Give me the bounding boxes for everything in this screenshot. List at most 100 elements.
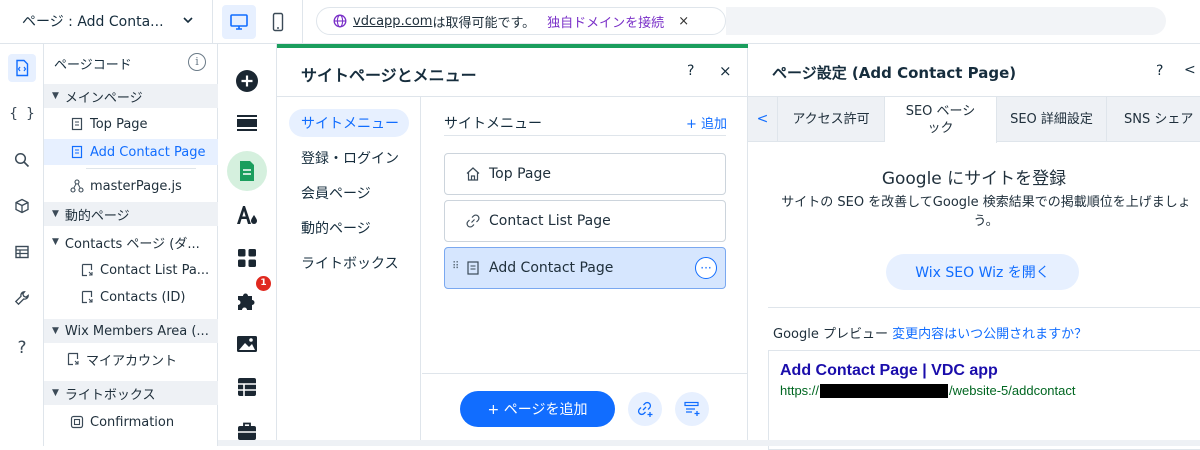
plugins-icon[interactable]: [232, 286, 262, 316]
add-elements-icon[interactable]: [232, 66, 262, 96]
tree-item-label: masterPage.js: [90, 178, 182, 194]
pages-panel-title: サイトページとメニュー: [301, 66, 477, 85]
triangle-down-icon: ▼: [52, 326, 59, 336]
left-tool-rail: { } ?: [0, 44, 44, 446]
link-icon: [466, 214, 480, 228]
tree-item-contact-list-page[interactable]: Contact List Pa...: [44, 257, 218, 283]
triangle-down-icon: ▼: [52, 237, 59, 247]
info-icon[interactable]: i: [188, 53, 206, 71]
category-lightboxes[interactable]: ライトボックス: [289, 249, 409, 277]
tree-item-master-page[interactable]: masterPage.js: [44, 173, 218, 199]
tree-item-contacts-id[interactable]: Contacts (ID): [44, 284, 218, 310]
page-selector-dropdown[interactable]: ページ : Add Conta...: [8, 8, 208, 34]
add-menu-item-button[interactable]: + 追加: [686, 113, 727, 132]
tree-item-confirmation[interactable]: Confirmation: [44, 409, 218, 435]
cms-icon[interactable]: [232, 372, 262, 402]
publish-timing-link[interactable]: 変更内容はいつ公開されますか？: [892, 327, 1087, 342]
tree-section-main-pages[interactable]: ▼ メインページ: [44, 84, 218, 108]
page-code-icon[interactable]: [8, 54, 36, 82]
tree-section-lightboxes[interactable]: ▼ ライトボックス: [44, 381, 218, 405]
menu-item-top-page[interactable]: Top Page: [444, 153, 726, 195]
desktop-view-button[interactable]: [222, 5, 256, 39]
google-preview-card: Add Contact Page | VDC app https:// /web…: [768, 350, 1200, 450]
pages-icon[interactable]: [232, 156, 262, 186]
tab-seo-basics[interactable]: SEO ベーシック: [885, 97, 997, 143]
tabs-scroll-left-button[interactable]: <: [748, 97, 778, 142]
tab-social-share[interactable]: SNS シェア: [1107, 97, 1200, 142]
divider: [422, 373, 748, 374]
divider: [302, 0, 303, 44]
tree-section-dynamic-pages[interactable]: ▼ 動的ページ: [44, 202, 218, 226]
domain-name[interactable]: vdcapp.com: [353, 14, 432, 29]
tree-item-label: Top Page: [90, 116, 148, 132]
connect-domain-link[interactable]: 独自ドメインを接続: [547, 12, 664, 31]
domain-banner: vdcapp.com は取得可能です。 独自ドメインを接続 ×: [316, 7, 726, 35]
divider: [212, 0, 213, 44]
lightbox-icon: [70, 415, 84, 429]
sitemap-icon: [70, 179, 84, 193]
tree-section-label: ライトボックス: [64, 387, 156, 403]
help-button[interactable]: ?: [687, 63, 694, 79]
category-dynamic-pages[interactable]: 動的ページ: [289, 214, 409, 242]
tree-section-label: メインページ: [64, 90, 143, 106]
redacted-block: [820, 383, 949, 398]
add-menu-section-icon: [684, 401, 700, 416]
close-banner-button[interactable]: ×: [678, 14, 689, 29]
horizontal-scrollbar[interactable]: [218, 440, 1200, 446]
cube-icon[interactable]: [8, 192, 36, 220]
page-icon: [71, 145, 83, 159]
tree-item-contacts-group[interactable]: ▼ Contacts ページ (ダ...: [44, 229, 218, 255]
dynamic-page-icon: [81, 263, 93, 277]
search-icon[interactable]: [8, 146, 36, 174]
category-member-pages[interactable]: 会員ページ: [289, 179, 409, 207]
dynamic-page-icon: [67, 352, 79, 366]
tree-section-members-area[interactable]: ▼ Wix Members Area (...: [44, 319, 218, 343]
help-icon[interactable]: ?: [8, 334, 36, 362]
page-category-list: サイトメニュー 登録・ログイン 会員ページ 動的ページ ライトボックス: [277, 97, 421, 446]
tree-item-my-account[interactable]: マイアカウント: [44, 346, 218, 372]
table-icon[interactable]: [8, 238, 36, 266]
top-bar: ページ : Add Conta... vdcapp.com は取得可能です。 独…: [0, 0, 1200, 44]
add-elements-rail: 1: [218, 44, 277, 446]
wrench-icon[interactable]: [8, 284, 36, 312]
tab-seo-advanced[interactable]: SEO 詳細設定: [997, 97, 1107, 142]
add-folder-button[interactable]: [675, 392, 709, 426]
braces-icon[interactable]: { }: [8, 100, 36, 128]
help-button[interactable]: ?: [1156, 63, 1163, 79]
divider: [444, 135, 726, 136]
tree-section-label: Wix Members Area (...: [64, 323, 209, 339]
drag-handle-icon[interactable]: ⠿: [452, 261, 459, 272]
page-icon: [467, 261, 479, 275]
tree-item-add-contact-page[interactable]: Add Contact Page: [44, 139, 218, 165]
mobile-icon: [272, 12, 284, 32]
back-button[interactable]: <: [1184, 62, 1196, 78]
preview-label-text: Google プレビュー: [773, 327, 888, 342]
category-signup-login[interactable]: 登録・ログイン: [289, 144, 409, 172]
menu-item-contact-list-page[interactable]: Contact List Page: [444, 200, 726, 242]
tree-section-label: 動的ページ: [64, 208, 130, 224]
more-actions-button[interactable]: ···: [695, 257, 717, 279]
open-seo-wiz-button[interactable]: Wix SEO Wiz を開く: [886, 254, 1079, 290]
sections-icon[interactable]: [232, 108, 262, 138]
globe-icon: [333, 14, 347, 28]
mobile-view-button[interactable]: [264, 5, 292, 39]
topbar-search-field[interactable]: [726, 7, 1166, 35]
site-pages-panel: サイトページとメニュー ? × サイトメニュー 登録・ログイン 会員ページ 動的…: [277, 44, 1200, 446]
menu-heading: サイトメニュー: [444, 116, 542, 132]
preview-url-suffix: /website-5/addcontact: [949, 383, 1076, 398]
media-icon[interactable]: [232, 329, 262, 359]
add-link-button[interactable]: [628, 392, 662, 426]
category-site-menu[interactable]: サイトメニュー: [289, 109, 409, 137]
menu-item-add-contact-page[interactable]: ⠿ Add Contact Page ···: [444, 247, 726, 289]
page-selector-label: ページ : Add Conta...: [22, 14, 164, 30]
desktop-icon: [229, 13, 249, 31]
site-menu-list: サイトメニュー + 追加 Top Page Contact List Page …: [422, 97, 748, 446]
design-icon[interactable]: [232, 200, 262, 230]
tree-item-top-page[interactable]: Top Page: [44, 111, 218, 137]
apps-icon[interactable]: [232, 243, 262, 273]
tree-item-label: Contacts ページ (ダ...: [64, 236, 200, 252]
google-section-description: サイトの SEO を改善してGoogle 検索結果での掲載順位を上げましょう。: [781, 195, 1191, 229]
close-button[interactable]: ×: [719, 62, 732, 80]
add-page-button[interactable]: + ページを追加: [460, 391, 615, 427]
tab-access[interactable]: アクセス許可: [778, 97, 885, 142]
